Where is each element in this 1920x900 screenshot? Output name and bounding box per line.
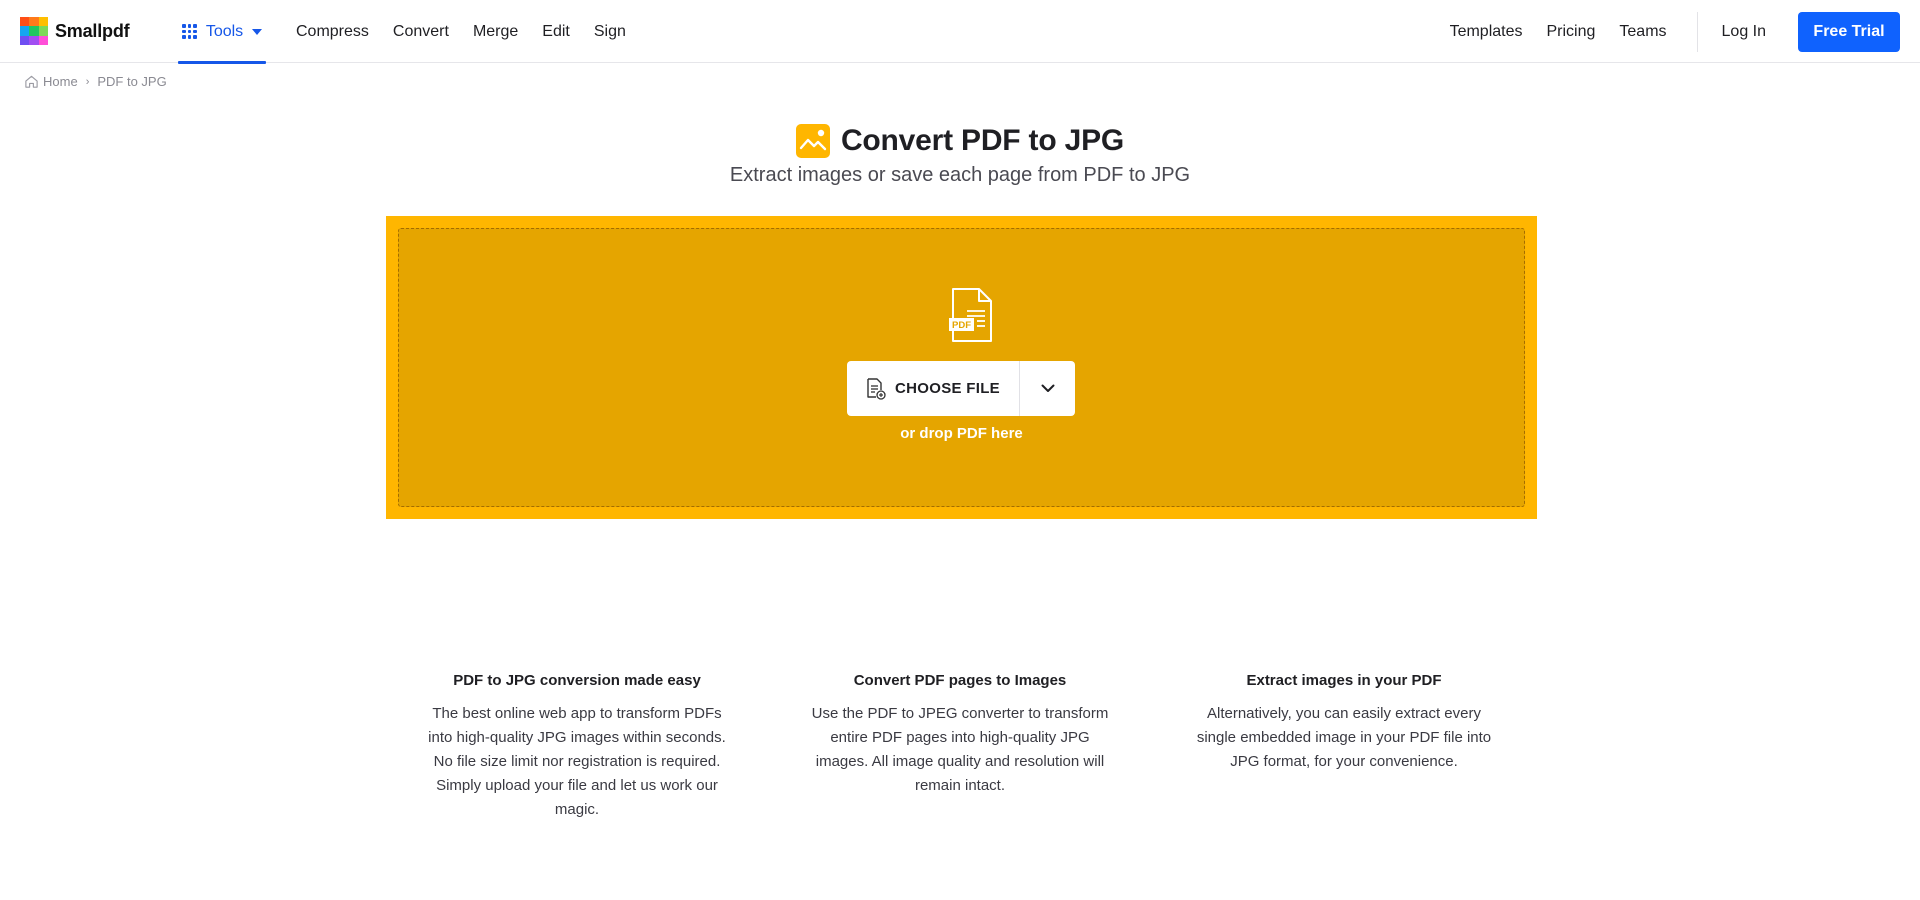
secondary-nav: Templates Pricing Teams Log In Free Tria… [1426,0,1920,63]
nav-teams[interactable]: Teams [1619,23,1666,41]
file-add-icon [867,377,886,400]
free-trial-button[interactable]: Free Trial [1798,11,1900,52]
breadcrumb-separator: › [85,75,90,88]
feature-title: PDF to JPG conversion made easy [453,672,701,689]
breadcrumb-current: PDF to JPG [97,74,167,89]
upload-options-dropdown[interactable] [1020,361,1075,416]
logo-cell [38,17,48,27]
feature-card: Extract images in your PDF Alternatively… [1189,672,1499,774]
nav-sign[interactable]: Sign [594,23,626,41]
caret-down-icon [252,28,263,35]
feature-card: PDF to JPG conversion made easy The best… [422,672,732,822]
feature-card: Convert PDF pages to Images Use the PDF … [805,672,1115,798]
nav-compress[interactable]: Compress [296,23,369,41]
nav-convert[interactable]: Convert [393,23,449,41]
feature-title: Convert PDF pages to Images [853,672,1067,689]
tools-label: Tools [205,22,244,40]
main-nav: Compress Convert Merge Edit Sign [296,0,650,63]
file-drop-zone[interactable]: PDF CHOOSE FILE or drop PDF here [386,216,1537,519]
logo-cell [20,17,30,27]
logo-cell [29,35,39,45]
logo-cell [20,26,30,36]
breadcrumb-home[interactable]: Home [43,74,78,89]
logo-text: Smallpdf [55,20,130,41]
feature-body: Use the PDF to JPEG converter to transfo… [811,705,1109,794]
nav-divider [1696,11,1698,52]
smallpdf-logo-icon [20,17,48,45]
page-subtitle: Extract images or save each page from PD… [729,164,1191,186]
logo-cell [38,26,48,36]
nav-templates[interactable]: Templates [1450,23,1523,41]
page-header: Convert PDF to JPG [0,124,1920,158]
nav-edit[interactable]: Edit [542,23,570,41]
page-title: Convert PDF to JPG [840,124,1125,157]
feature-title: Extract images in your PDF [1246,672,1442,689]
login-link[interactable]: Log In [1722,23,1766,41]
feature-body: Alternatively, you can easily extract ev… [1196,705,1492,770]
choose-file-button[interactable]: CHOOSE FILE [847,361,1020,416]
logo-cell [38,35,48,45]
tools-menu-button[interactable]: Tools [178,0,266,64]
feature-body: The best online web app to transform PDF… [428,705,726,818]
logo[interactable]: Smallpdf [20,17,130,45]
top-nav: Smallpdf Tools Compress Convert Merge Ed… [0,0,1920,64]
chevron-down-icon [1041,384,1054,392]
choose-file-label: CHOOSE FILE [895,380,1000,397]
nav-pricing[interactable]: Pricing [1546,23,1595,41]
logo-cell [29,26,39,36]
drop-area[interactable]: PDF CHOOSE FILE or drop PDF here [398,228,1525,507]
home-icon [25,75,38,88]
grid-icon [181,24,197,40]
image-icon [795,124,830,158]
logo-cell [29,17,39,27]
drop-hint: or drop PDF here [900,425,1023,442]
nav-merge[interactable]: Merge [473,23,518,41]
pdf-badge-text: PDF [952,320,971,331]
breadcrumb: Home › PDF to JPG [24,74,167,89]
pdf-file-icon: PDF [949,288,992,342]
logo-cell [20,35,30,45]
choose-file-group: CHOOSE FILE [847,361,1075,416]
